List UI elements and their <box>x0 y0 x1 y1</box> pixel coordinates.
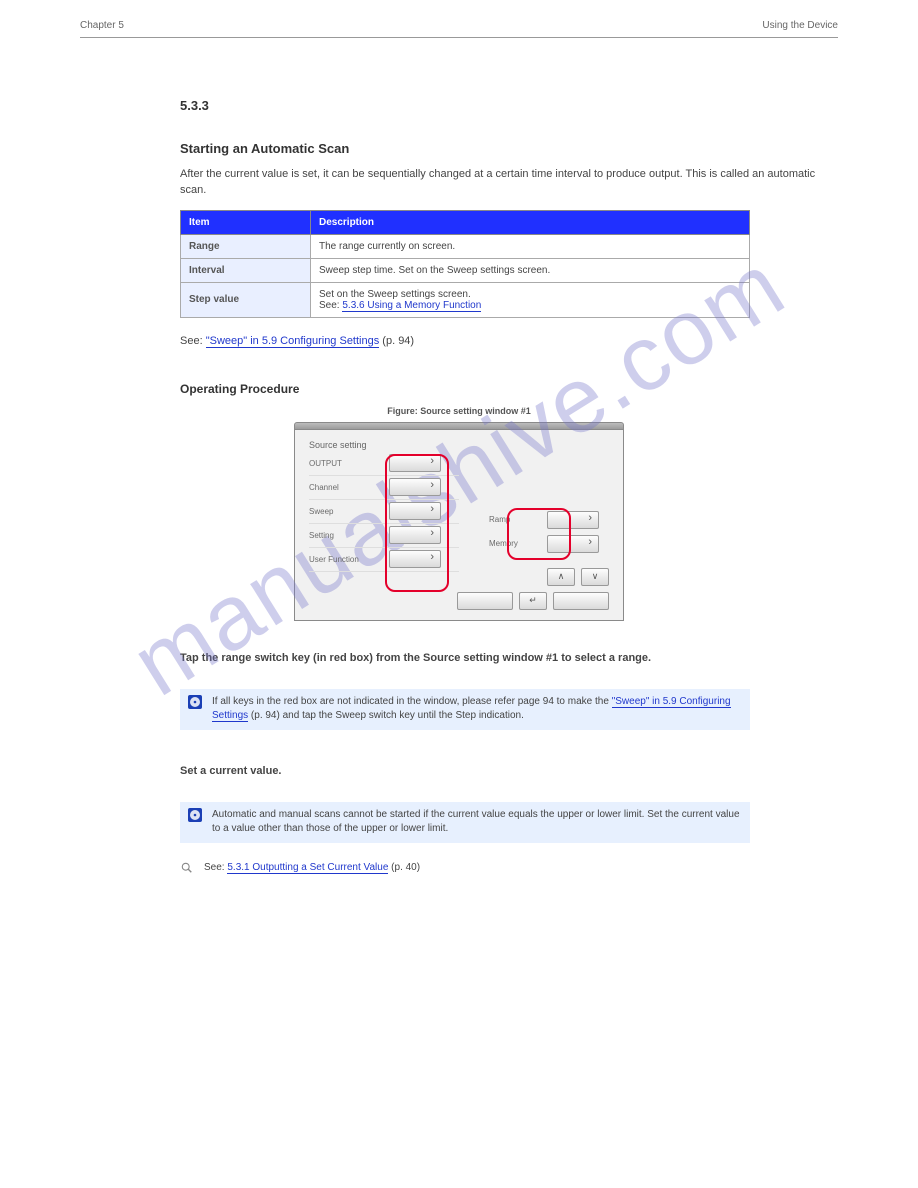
table-cell-desc: Sweep step time. Set on the Sweep settin… <box>311 258 750 282</box>
cd-icon <box>188 808 202 822</box>
row-memory: Memory <box>489 539 539 548</box>
table-row: Interval Sweep step time. Set on the Swe… <box>181 258 750 282</box>
table-cell-label: Range <box>181 234 311 258</box>
down-button[interactable]: ∨ <box>581 568 609 586</box>
range-switch-button[interactable] <box>547 511 599 529</box>
table-cell-desc: The range currently on screen. <box>311 234 750 258</box>
range-switch-button[interactable] <box>389 454 441 472</box>
memory-function-link[interactable]: 5.3.6 Using a Memory Function <box>342 300 481 312</box>
range-switch-button[interactable] <box>547 535 599 553</box>
row-ramp: Ramp <box>489 515 539 524</box>
device-figure: Figure: Source setting window #1 Source … <box>294 406 624 621</box>
spec-table: Item Description Range The range current… <box>180 210 838 318</box>
section-title: Starting an Automatic Scan <box>180 141 838 156</box>
header-title: Using the Device <box>762 20 838 31</box>
figure-caption: Figure: Source setting window #1 <box>294 406 624 416</box>
sweep-settings-link[interactable]: "Sweep" in 5.9 Configuring Settings <box>206 335 380 348</box>
table-row: Range The range currently on screen. <box>181 234 750 258</box>
header-chapter: Chapter 5 <box>80 20 124 31</box>
row-sweep: Sweep <box>309 507 381 516</box>
see-callout: See: 5.3.1 Outputting a Set Current Valu… <box>180 861 750 876</box>
up-button[interactable]: ∧ <box>547 568 575 586</box>
footer-button[interactable] <box>553 592 609 610</box>
range-switch-button[interactable] <box>389 526 441 544</box>
footer-button[interactable] <box>457 592 513 610</box>
page-header: Chapter 5 Using the Device <box>80 0 838 38</box>
range-switch-button[interactable] <box>389 550 441 568</box>
table-header-desc: Description <box>311 210 750 234</box>
step-1: Tap the range switch key (in red box) fr… <box>180 651 838 667</box>
operating-procedure-heading: Operating Procedure <box>180 382 838 396</box>
table-cell-label: Interval <box>181 258 311 282</box>
row-output: OUTPUT <box>309 459 381 468</box>
table-cell-desc: Set on the Sweep settings screen. See: 5… <box>311 282 750 317</box>
cd-icon <box>188 695 202 709</box>
section-number: 5.3.3 <box>180 98 838 113</box>
row-channel: Channel <box>309 483 381 492</box>
row-userfn: User Function <box>309 555 381 564</box>
table-cell-label: Step value <box>181 282 311 317</box>
step-2: Set a current value. <box>180 764 838 780</box>
note-callout-2: Automatic and manual scans cannot be sta… <box>180 802 750 843</box>
see-reference: See: "Sweep" in 5.9 Configuring Settings… <box>180 334 838 350</box>
section-intro: After the current value is set, it can b… <box>180 167 838 199</box>
table-row: Step value Set on the Sweep settings scr… <box>181 282 750 317</box>
device-title: Source setting <box>309 440 609 450</box>
range-switch-button[interactable] <box>389 502 441 520</box>
outputting-current-link[interactable]: 5.3.1 Outputting a Set Current Value <box>227 862 388 874</box>
note-callout-1: If all keys in the red box are not indic… <box>180 689 750 730</box>
magnifier-icon <box>180 861 194 875</box>
row-setting: Setting <box>309 531 381 540</box>
enter-button[interactable]: ↵ <box>519 592 547 610</box>
range-switch-button[interactable] <box>389 478 441 496</box>
table-header-item: Item <box>181 210 311 234</box>
